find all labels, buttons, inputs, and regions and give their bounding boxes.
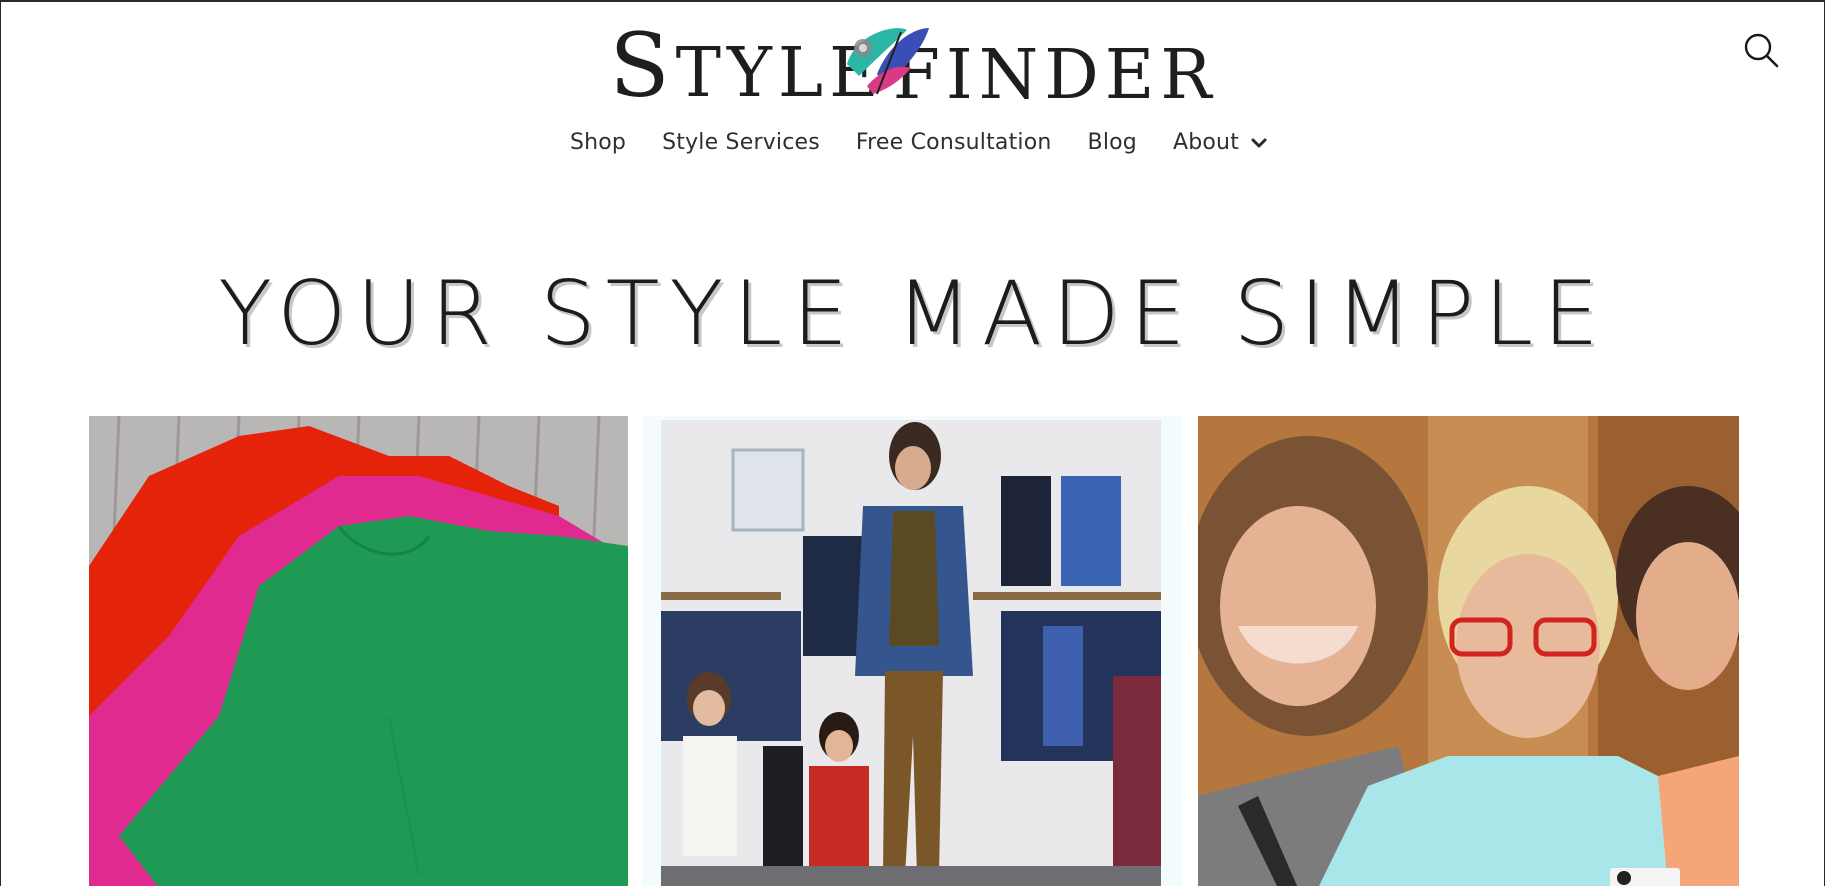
logo-wrap[interactable]: STYLE FINDER — [609, 22, 1217, 110]
feather-logo-icon — [847, 28, 930, 95]
nav-item-label: Shop — [569, 130, 627, 155]
nav-item-style-services[interactable]: Style Services — [644, 126, 838, 159]
search-icon — [1744, 33, 1779, 68]
blouses-photo — [89, 416, 628, 886]
nav-item-shop[interactable]: Shop — [552, 126, 644, 159]
page: STYLE FINDER Shop Style Services Free Co… — [0, 0, 1825, 886]
group-photo — [1198, 416, 1739, 886]
nav-item-blog[interactable]: Blog — [1070, 126, 1155, 159]
nav-item-label: Style Services — [662, 130, 820, 155]
chevron-down-icon[interactable] — [1251, 137, 1267, 149]
nav-item-free-consultation[interactable]: Free Consultation — [838, 126, 1070, 159]
hero-title: YOUR STYLE MADE SIMPLE — [218, 262, 1609, 365]
tile-fashion-show[interactable] — [643, 416, 1182, 886]
nav-item-about[interactable]: About — [1155, 126, 1285, 159]
logo-initial: S — [609, 14, 676, 117]
search-button[interactable] — [1741, 30, 1781, 70]
site-logo[interactable]: STYLE FINDER — [1, 22, 1825, 110]
image-grid — [89, 416, 1739, 886]
logo-right-word: FINDER — [892, 36, 1218, 115]
tile-blouses[interactable] — [89, 416, 628, 886]
nav-item-label: About — [1172, 130, 1240, 155]
nav-item-label: Free Consultation — [855, 130, 1052, 155]
main-nav: Shop Style Services Free Consultation Bl… — [1, 126, 1825, 159]
logo-text-right: FINDER — [893, 42, 1218, 110]
fashion-show-photo — [643, 416, 1182, 886]
nav-item-label: Blog — [1087, 130, 1137, 155]
tile-group-photo[interactable] — [1198, 416, 1739, 886]
